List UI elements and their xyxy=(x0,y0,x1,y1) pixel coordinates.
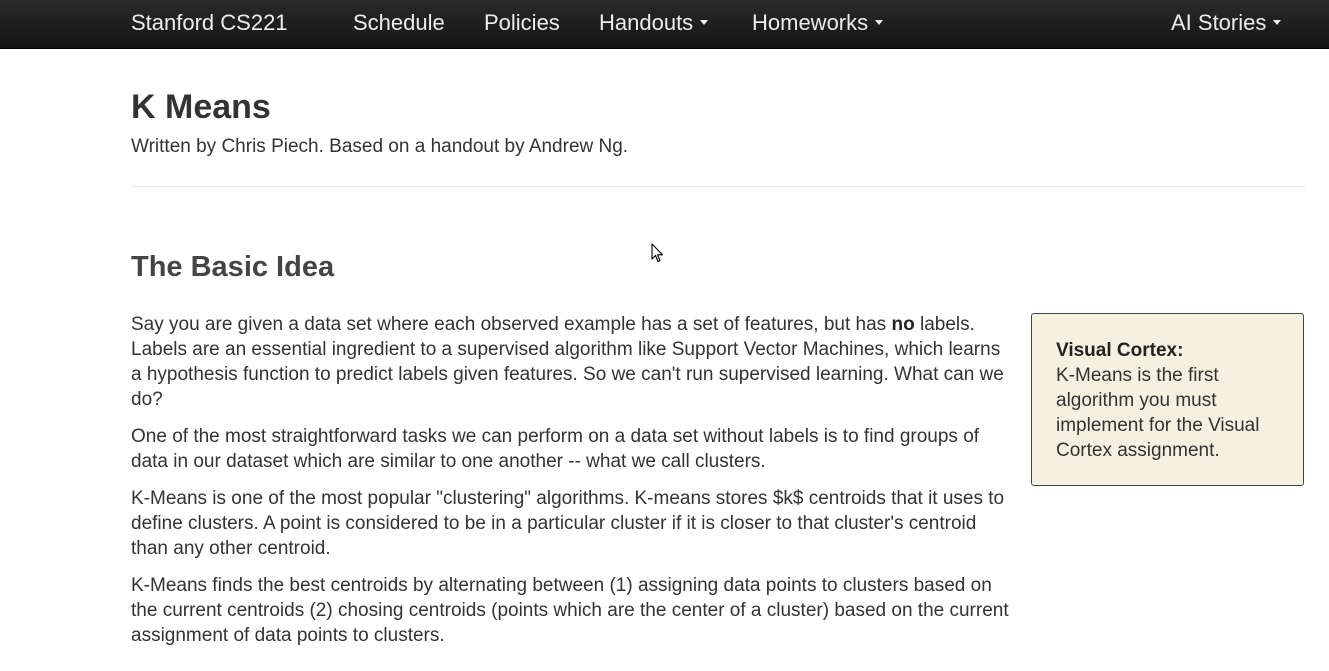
page-title: K Means xyxy=(131,88,271,126)
caret-down-icon xyxy=(875,19,884,25)
header-divider xyxy=(131,186,1306,187)
nav-item-handouts-label: Handouts xyxy=(599,10,694,35)
visual-cortex-note: Visual Cortex: K-Means is the first algo… xyxy=(1031,313,1304,486)
note-title: Visual Cortex: xyxy=(1056,340,1184,361)
brand-link[interactable]: Stanford CS221 xyxy=(131,0,288,48)
paragraph-3: K-Means is one of the most popular "clus… xyxy=(131,488,1005,559)
nav-item-homeworks-label: Homeworks xyxy=(752,10,869,35)
nav-item-handouts[interactable]: Handouts xyxy=(599,0,709,48)
note-text: K-Means is the first algorithm you must … xyxy=(1056,365,1260,461)
paragraph-1-bold: no xyxy=(891,314,915,335)
paragraph-1-start: Say you are given a data set where each … xyxy=(131,314,892,335)
page-subtitle: Written by Chris Piech. Based on a hando… xyxy=(131,136,629,157)
nav-item-ai-stories-label: AI Stories xyxy=(1171,10,1267,35)
nav-item-ai-stories[interactable]: AI Stories xyxy=(1171,0,1282,48)
paragraph-4: K-Means finds the best centroids by alte… xyxy=(131,575,1009,646)
section-content: Say you are given a data set where each … xyxy=(131,312,1011,660)
caret-down-icon xyxy=(700,19,709,25)
nav-item-policies[interactable]: Policies xyxy=(484,0,560,48)
nav-item-homeworks[interactable]: Homeworks xyxy=(752,0,884,48)
mouse-pointer-icon xyxy=(651,243,664,263)
paragraph-1: Say you are given a data set where each … xyxy=(131,312,1011,412)
caret-down-icon xyxy=(1273,19,1282,25)
top-navbar: Stanford CS221 Schedule Policies Handout… xyxy=(0,0,1329,49)
paragraph-2: One of the most straightforward tasks we… xyxy=(131,426,980,472)
section-heading: The Basic Idea xyxy=(131,251,335,283)
nav-item-schedule[interactable]: Schedule xyxy=(353,0,445,48)
